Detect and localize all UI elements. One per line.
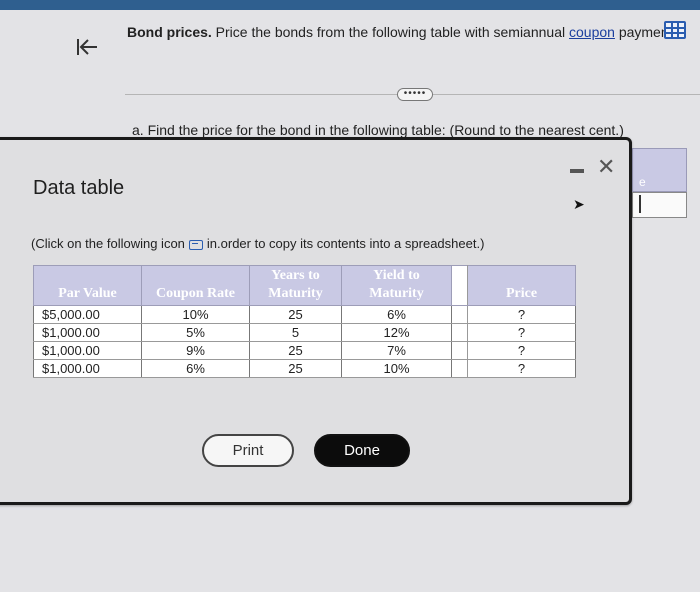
- cell-years: 25: [249, 341, 342, 360]
- grid-line: [671, 23, 673, 37]
- cell-years: 25: [249, 305, 342, 324]
- answer-input-cell[interactable]: [632, 192, 687, 218]
- cell-par-value: $5,000.00: [33, 305, 142, 324]
- table-header-row: Par Value Coupon Rate Years to Maturity …: [33, 265, 576, 306]
- cell-spacer: [451, 323, 468, 342]
- copy-note-before: (Click on the following icon: [31, 236, 185, 251]
- grid-line: [677, 23, 679, 37]
- cell-price: ?: [467, 305, 576, 324]
- table-row: $5,000.00 10% 25 6% ?: [33, 305, 576, 324]
- column-spacer: [451, 265, 468, 306]
- spreadsheet-grid-icon[interactable]: [664, 21, 686, 39]
- grid-line: [666, 27, 684, 29]
- cell-spacer: [451, 341, 468, 360]
- cell-price: ?: [467, 359, 576, 378]
- print-button[interactable]: Print: [202, 434, 294, 467]
- minimize-icon[interactable]: [570, 169, 584, 173]
- column-header-yield-to-maturity: Yield to Maturity: [341, 265, 452, 306]
- cell-yield: 12%: [341, 323, 452, 342]
- column-header-price: Price: [467, 265, 576, 306]
- table-row: $1,000.00 6% 25 10% ?: [33, 359, 576, 378]
- cell-price: ?: [467, 341, 576, 360]
- cell-spacer: [451, 359, 468, 378]
- back-arrow-glyph: [77, 39, 97, 55]
- answer-header-label: e: [639, 175, 646, 189]
- question-text-part: Price the bonds from the following table…: [211, 24, 569, 40]
- cell-par-value: $1,000.00: [33, 341, 142, 360]
- grid-line: [666, 32, 684, 34]
- table-row: $1,000.00 5% 5 12% ?: [33, 323, 576, 342]
- mouse-cursor-icon: ➤: [573, 196, 585, 212]
- coupon-link[interactable]: coupon: [569, 24, 615, 40]
- column-header-par-value: Par Value: [33, 265, 142, 306]
- question-title: Bond prices.: [127, 24, 212, 40]
- column-header-coupon-rate: Coupon Rate: [141, 265, 250, 306]
- cell-par-value: $1,000.00: [33, 359, 142, 378]
- data-table-dialog: Data table ✕ ➤ (Click on the following i…: [0, 137, 632, 505]
- cell-spacer: [451, 305, 468, 324]
- bond-data-table: Par Value Coupon Rate Years to Maturity …: [33, 265, 576, 378]
- part-a-instruction: a. Find the price for the bond in the fo…: [132, 122, 624, 138]
- cell-yield: 6%: [341, 305, 452, 324]
- copy-note-after: in.order to copy its contents into a spr…: [206, 236, 485, 251]
- cell-coupon-rate: 9%: [141, 341, 250, 360]
- more-dots-icon[interactable]: •••••: [397, 88, 433, 101]
- cell-coupon-rate: 6%: [141, 359, 250, 378]
- close-icon[interactable]: ✕: [597, 154, 615, 180]
- dialog-title: Data table: [33, 177, 125, 199]
- question-text: Bond prices. Price the bonds from the fo…: [127, 24, 683, 40]
- back-to-start-icon[interactable]: [70, 34, 104, 60]
- cell-par-value: $1,000.00: [33, 323, 142, 342]
- cell-yield: 7%: [341, 341, 452, 360]
- cell-price: ?: [467, 323, 576, 342]
- cell-years: 5: [249, 323, 342, 342]
- top-bar: [0, 0, 700, 10]
- copy-instruction: (Click on the following icon in.order to…: [31, 236, 484, 251]
- cell-yield: 10%: [341, 359, 452, 378]
- cell-coupon-rate: 5%: [141, 323, 250, 342]
- answer-header-cell: e: [632, 148, 687, 192]
- cell-coupon-rate: 10%: [141, 305, 250, 324]
- done-button[interactable]: Done: [314, 434, 410, 467]
- table-row: $1,000.00 9% 25 7% ?: [33, 341, 576, 360]
- cell-years: 25: [249, 359, 342, 378]
- column-header-years-to-maturity: Years to Maturity: [249, 265, 342, 306]
- copy-icon[interactable]: [188, 239, 203, 250]
